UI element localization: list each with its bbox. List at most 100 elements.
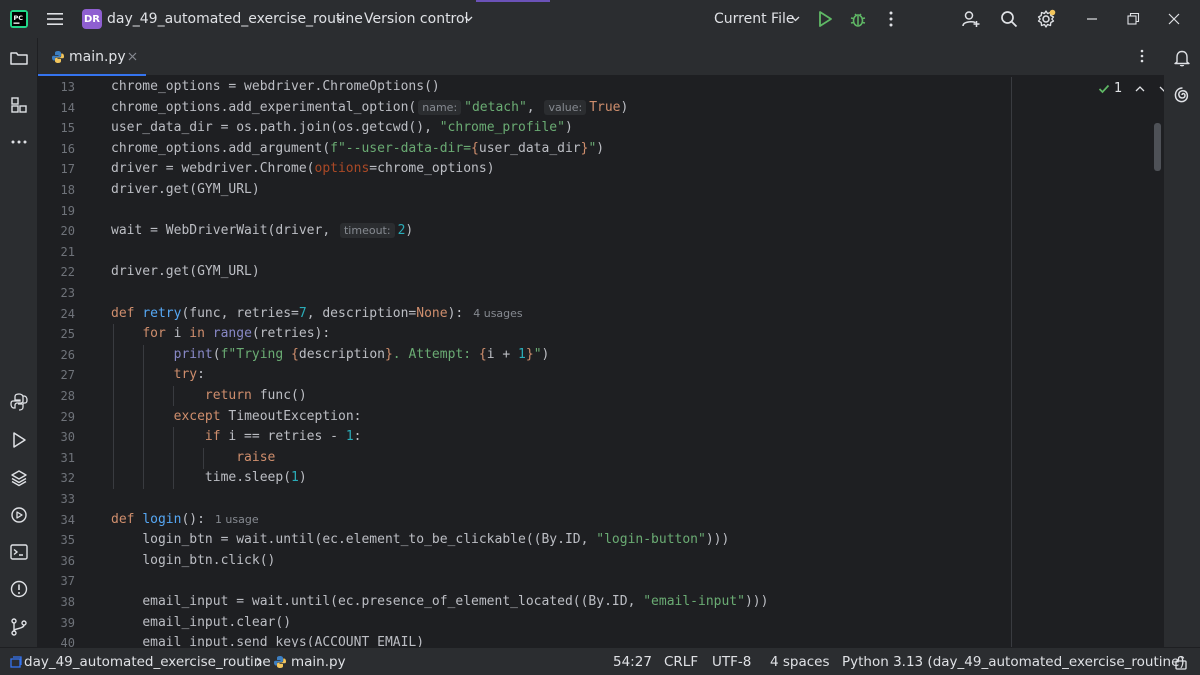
indent-setting[interactable]: 4 spaces	[770, 654, 830, 670]
code-keyword: def	[111, 305, 135, 321]
code-builtin: print	[173, 346, 213, 362]
code-keyword: try	[173, 367, 198, 383]
lock-icon[interactable]	[1174, 654, 1188, 670]
layers-icon[interactable]	[9, 468, 29, 488]
services-icon[interactable]	[9, 505, 29, 525]
close-window-icon[interactable]	[1164, 9, 1184, 29]
python-interpreter[interactable]: Python 3.13 (day_49_automated_exercise_r…	[842, 654, 1185, 670]
line-number: 26	[60, 347, 75, 362]
pycharm-logo-icon[interactable]: PC	[10, 10, 28, 28]
code-keyword: return	[204, 388, 252, 403]
git-branch-icon[interactable]	[9, 617, 29, 637]
usages-hint[interactable]: 4 usages	[473, 307, 522, 320]
chevron-down-icon[interactable]	[790, 13, 801, 24]
minimize-icon[interactable]	[1082, 9, 1102, 29]
inspection-widget[interactable]: 1	[1098, 81, 1164, 96]
code-token: )	[541, 346, 550, 362]
code-editor[interactable]: 13 14 15 16 17 18 19 20 21 22 23 24 25 2…	[38, 77, 1164, 647]
code-line: for i in range(retries):	[111, 324, 330, 345]
code-keyword: except	[173, 408, 221, 424]
project-selector[interactable]: day_49_automated_exercise_routine	[107, 11, 363, 27]
run-icon[interactable]	[815, 9, 835, 29]
breadcrumb-file[interactable]: main.py	[291, 654, 346, 670]
line-number: 16	[60, 141, 75, 156]
notifications-bell-icon[interactable]	[1172, 48, 1192, 68]
line-number-gutter: 13 14 15 16 17 18 19 20 21 22 23 24 25 2…	[38, 77, 90, 647]
code-token: )	[405, 223, 414, 239]
search-icon[interactable]	[999, 9, 1019, 29]
code-token: (func, retries=	[181, 305, 299, 321]
debug-icon[interactable]	[848, 9, 868, 29]
more-actions-icon[interactable]	[881, 9, 901, 29]
code-token: email_input = wait.until(ec.presence_of_…	[142, 594, 644, 609]
code-number: 7	[298, 305, 307, 321]
chevron-down-icon[interactable]	[463, 13, 474, 24]
file-encoding[interactable]: UTF-8	[712, 654, 751, 670]
code-line: email_input = wait.until(ec.presence_of_…	[111, 592, 768, 613]
code-area[interactable]: chrome_options = webdriver.ChromeOptions…	[111, 77, 1011, 647]
line-number: 13	[60, 80, 75, 94]
python-file-icon	[52, 51, 64, 63]
run-tool-icon[interactable]	[9, 430, 29, 450]
code-token: TimeoutException:	[220, 408, 362, 424]
breadcrumb-project[interactable]: day_49_automated_exercise_routine	[24, 654, 271, 670]
usages-hint[interactable]: 1 usage	[215, 513, 259, 526]
code-token: user_data_dir	[478, 140, 581, 156]
caret-position[interactable]: 54:27	[613, 654, 652, 670]
code-token: )	[620, 99, 629, 115]
close-tab-icon[interactable]	[128, 52, 137, 61]
structure-icon[interactable]	[9, 95, 29, 115]
project-badge[interactable]: DR	[82, 9, 102, 29]
add-user-icon[interactable]	[961, 9, 981, 29]
tab-main-py[interactable]: main.py	[38, 38, 146, 76]
chevron-right-icon	[256, 657, 262, 667]
more-tools-icon[interactable]	[9, 132, 29, 152]
line-number: 33	[60, 492, 75, 506]
code-token: description	[298, 346, 385, 362]
vertical-scrollbar-thumb[interactable]	[1154, 123, 1161, 171]
code-line: user_data_dir = os.path.join(os.getcwd()…	[111, 118, 573, 139]
restore-icon[interactable]	[1123, 9, 1143, 29]
code-token: login_btn = wait.until(ec.element_to_be_…	[142, 532, 597, 548]
code-token: driver = webdriver.Chrome(	[111, 161, 315, 177]
python-packages-icon[interactable]	[9, 392, 29, 412]
code-keyword: if	[204, 429, 221, 445]
settings-gear-icon[interactable]	[1036, 9, 1056, 29]
code-token: ,	[526, 99, 535, 115]
code-line: chrome_options.add_argument(f"--user-dat…	[111, 139, 604, 160]
line-number: 20	[60, 224, 75, 239]
chevron-up-icon[interactable]	[1134, 83, 1146, 95]
line-number: 18	[60, 183, 75, 197]
vcs-widget[interactable]: Version control	[364, 11, 468, 27]
code-line: login_btn = wait.until(ec.element_to_be_…	[111, 530, 729, 551]
code-line: driver = webdriver.Chrome(options=chrome…	[111, 159, 495, 180]
main-menu-icon[interactable]	[46, 10, 64, 28]
line-number: 22	[60, 265, 75, 280]
left-tool-strip	[0, 38, 38, 647]
line-number: 38	[60, 595, 75, 609]
code-token: :	[197, 367, 205, 383]
code-token: user_data_dir = os.path.join(os.getcwd()…	[111, 120, 440, 136]
line-number: 14	[60, 100, 75, 115]
code-line: try:	[111, 365, 205, 386]
tab-label: main.py	[69, 49, 126, 65]
code-token: i +	[486, 346, 519, 362]
terminal-icon[interactable]	[9, 542, 29, 562]
code-line: chrome_options = webdriver.ChromeOptions…	[111, 79, 440, 94]
project-folder-icon[interactable]	[9, 48, 29, 68]
code-string: "detach"	[464, 99, 527, 115]
run-configuration-selector[interactable]: Current File	[714, 11, 794, 27]
code-token: time.sleep(	[204, 470, 292, 486]
chevron-down-icon[interactable]	[335, 13, 346, 24]
chevron-down-icon[interactable]	[1158, 83, 1164, 95]
ai-assistant-spiral-icon[interactable]	[1172, 85, 1192, 105]
code-line: def retry(func, retries=7, description=N…	[111, 304, 523, 325]
line-separator[interactable]: CRLF	[664, 654, 698, 670]
code-line: login_btn.click()	[111, 551, 275, 572]
problems-icon[interactable]	[9, 579, 29, 599]
code-token: func()	[251, 388, 307, 403]
code-line: email_input.send_keys(ACCOUNT_EMAIL)	[111, 633, 424, 647]
svg-text:PC: PC	[14, 14, 24, 22]
tab-options-icon[interactable]	[1134, 48, 1150, 64]
code-line: return func()	[111, 386, 307, 407]
